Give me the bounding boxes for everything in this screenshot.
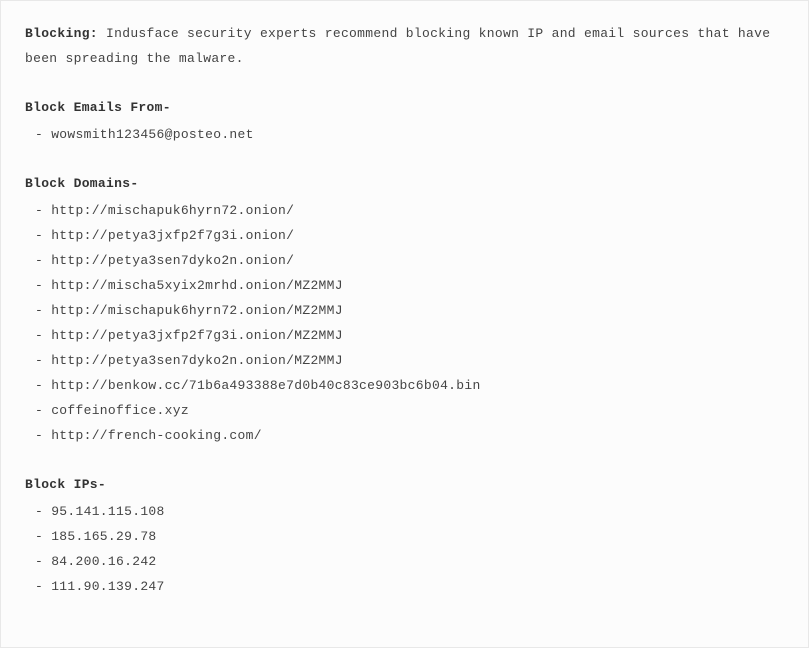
list-item: http://petya3sen7dyko2n.onion/MZ2MMJ (25, 348, 784, 373)
block-domains-section: Block Domains- http://mischapuk6hyrn72.o… (25, 171, 784, 448)
intro-text: Indusface security experts recommend blo… (25, 26, 770, 66)
list-item: 95.141.115.108 (25, 499, 784, 524)
list-item: coffeinoffice.xyz (25, 398, 784, 423)
list-item: 111.90.139.247 (25, 574, 784, 599)
list-item: http://french-cooking.com/ (25, 423, 784, 448)
block-emails-section: Block Emails From- wowsmith123456@posteo… (25, 95, 784, 147)
list-item: 185.165.29.78 (25, 524, 784, 549)
list-item: http://mischapuk6hyrn72.onion/ (25, 198, 784, 223)
intro-paragraph: Blocking: Indusface security experts rec… (25, 21, 784, 71)
list-item: http://benkow.cc/71b6a493388e7d0b40c83ce… (25, 373, 784, 398)
list-item: 84.200.16.242 (25, 549, 784, 574)
list-item: http://petya3jxfp2f7g3i.onion/MZ2MMJ (25, 323, 784, 348)
list-item: wowsmith123456@posteo.net (25, 122, 784, 147)
document-container: Blocking: Indusface security experts rec… (0, 0, 809, 648)
list-item: http://mischapuk6hyrn72.onion/MZ2MMJ (25, 298, 784, 323)
list-item: http://petya3sen7dyko2n.onion/ (25, 248, 784, 273)
list-item: http://mischa5xyix2mrhd.onion/MZ2MMJ (25, 273, 784, 298)
block-domains-header: Block Domains- (25, 171, 784, 196)
blocking-label: Blocking: (25, 26, 98, 41)
list-item: http://petya3jxfp2f7g3i.onion/ (25, 223, 784, 248)
block-ips-header: Block IPs- (25, 472, 784, 497)
block-ips-section: Block IPs- 95.141.115.108 185.165.29.78 … (25, 472, 784, 599)
block-emails-header: Block Emails From- (25, 95, 784, 120)
